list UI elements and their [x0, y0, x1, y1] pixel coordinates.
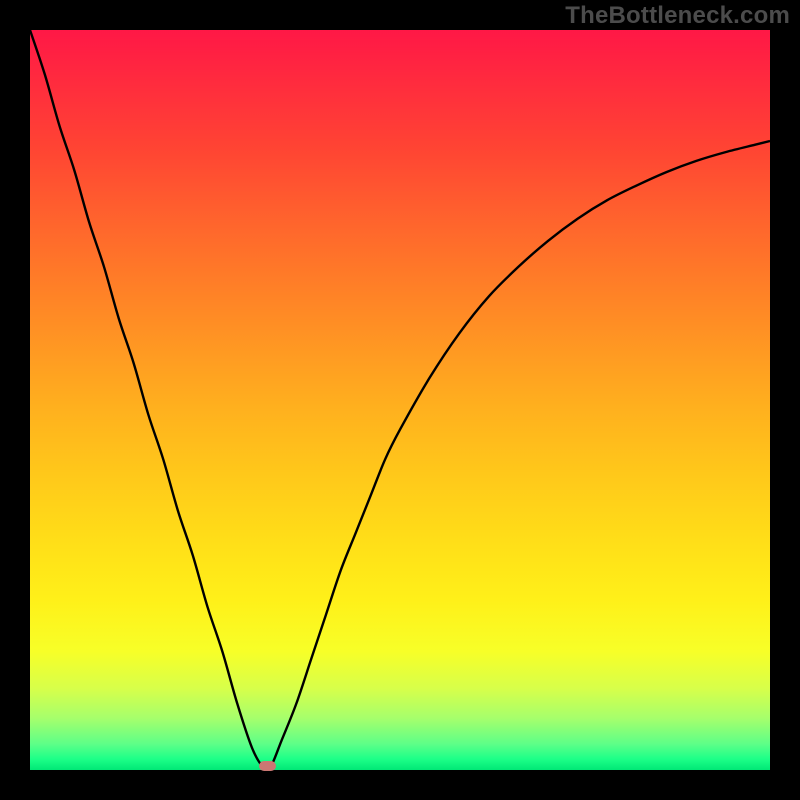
- plot-area: [30, 30, 770, 770]
- bottleneck-curve: [30, 30, 770, 770]
- watermark-text: TheBottleneck.com: [565, 2, 790, 30]
- minimum-marker: [259, 761, 276, 771]
- curve-path: [30, 30, 770, 770]
- chart-frame: TheBottleneck.com: [0, 0, 800, 800]
